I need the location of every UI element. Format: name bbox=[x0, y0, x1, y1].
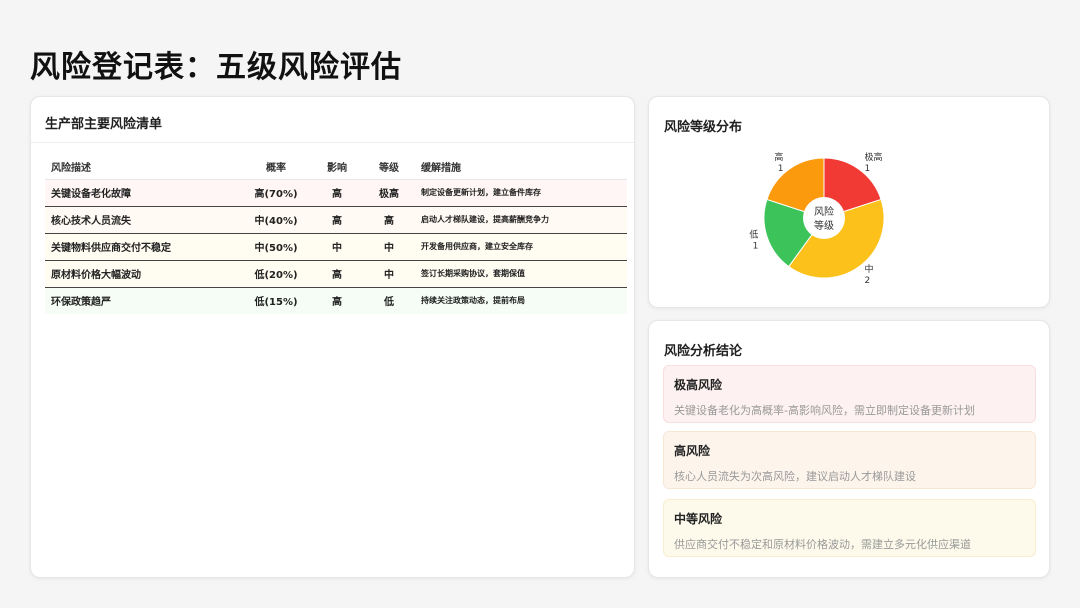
col-header-level: 等级 bbox=[379, 163, 399, 175]
probability-cell: 高(70%) bbox=[241, 178, 311, 206]
col-header-mitigation: 缓解措施 bbox=[421, 163, 461, 175]
risk-desc-cell: 原材料价格大幅波动 bbox=[45, 259, 241, 287]
probability-cell: 中(50%) bbox=[241, 232, 311, 260]
risk-table: 风险描述 概率 影响 等级 缓解措施 关键设备老化故障 高(70%) 高极高 制定设备… bbox=[45, 155, 627, 314]
risk-pie-chart: 极高1中2低1高1风险等级 bbox=[749, 151, 885, 286]
table-row: 环保政策趋严 低(15%) 高低持续关注政策动态，提前布局 bbox=[45, 286, 627, 314]
level-cell: 极高 bbox=[363, 178, 415, 206]
pie-category-label: 高 bbox=[774, 151, 783, 163]
conclusion-level: 中等风险 bbox=[674, 512, 723, 526]
risk-desc-cell: 关键物料供应商交付不稳定 bbox=[45, 232, 241, 260]
col-header-desc: 风险描述 bbox=[51, 163, 91, 175]
risk-desc-cell: 关键设备老化故障 bbox=[45, 178, 241, 206]
col-header-impact: 影响 bbox=[327, 163, 347, 175]
level-cell: 中 bbox=[363, 259, 415, 287]
pie-center-label: 等级 bbox=[814, 219, 834, 232]
pie-value-label: 1 bbox=[753, 241, 759, 251]
table-header-row: 风险描述 概率 影响 等级 缓解措施 bbox=[45, 155, 627, 179]
table-row: 原材料价格大幅波动 低(20%) 高中签订长期采购协议，套期保值 bbox=[45, 259, 627, 287]
conclusion-text: 核心人员流失为次高风险，建议启动人才梯队建设 bbox=[674, 470, 916, 483]
pie-category-label: 中 bbox=[865, 263, 874, 275]
conclusion-card: 风险分析结论 极高风险 关键设备老化为高概率-高影响风险，需立即制定设备更新计划高… bbox=[648, 320, 1050, 578]
risk-list-card: 生产部主要风险清单 风险描述 概率 影响 等级 缓解措施 关键设备老化故障 高(7… bbox=[30, 96, 635, 578]
impact-cell: 高 bbox=[311, 178, 363, 206]
conclusion-text: 关键设备老化为高概率-高影响风险，需立即制定设备更新计划 bbox=[674, 404, 975, 417]
pie-category-label: 低 bbox=[749, 228, 758, 240]
risk-desc-cell: 核心技术人员流失 bbox=[45, 205, 241, 233]
risk-distribution-card: 风险等级分布 极高 1 中 2 低 1 高 1 风险 等级 bbox=[648, 96, 1050, 308]
impact-cell: 中 bbox=[311, 232, 363, 260]
probability-cell: 低(20%) bbox=[241, 259, 311, 287]
mitigation-cell: 签订长期采购协议，套期保值 bbox=[415, 259, 627, 287]
mitigation-cell: 开发备用供应商，建立安全库存 bbox=[415, 232, 627, 260]
mitigation-cell: 持续关注政策动态，提前布局 bbox=[415, 286, 627, 314]
impact-cell: 高 bbox=[311, 259, 363, 287]
pie-center-hole bbox=[803, 197, 845, 239]
level-cell: 中 bbox=[363, 232, 415, 260]
risk-list-title: 生产部主要风险清单 bbox=[31, 97, 634, 143]
table-row: 关键设备老化故障 高(70%) 高极高 制定设备更新计划，建立备件库存 bbox=[45, 178, 627, 206]
pie-value-label: 1 bbox=[778, 164, 784, 174]
conclusion-item: 极高风险关键设备老化为高概率-高影响风险，需立即制定设备更新计划 bbox=[663, 365, 1036, 423]
impact-cell: 高 bbox=[311, 286, 363, 314]
conclusion-level: 高风险 bbox=[674, 444, 711, 458]
table-row: 核心技术人员流失 中(40%) 高高启动人才梯队建设，提高薪酬竞争力 bbox=[45, 205, 627, 233]
impact-cell: 高 bbox=[311, 205, 363, 233]
conclusion-level: 极高风险 bbox=[674, 378, 723, 392]
pie-value-label: 2 bbox=[865, 276, 871, 286]
pie-value-label: 1 bbox=[865, 164, 871, 174]
level-cell: 低 bbox=[363, 286, 415, 314]
probability-cell: 中(40%) bbox=[241, 205, 311, 233]
table-row: 关键物料供应商交付不稳定 中(50%) 中中开发备用供应商，建立安全库存 bbox=[45, 232, 627, 260]
conclusion-title: 风险分析结论 bbox=[664, 344, 743, 359]
pie-center-label: 风险 bbox=[814, 205, 834, 218]
mitigation-cell: 制定设备更新计划，建立备件库存 bbox=[415, 178, 627, 206]
pie-category-label: 极高 bbox=[865, 151, 883, 163]
level-cell: 高 bbox=[363, 205, 415, 233]
col-header-prob: 概率 bbox=[266, 163, 286, 175]
risk-desc-cell: 环保政策趋严 bbox=[45, 286, 241, 314]
mitigation-cell: 启动人才梯队建设，提高薪酬竞争力 bbox=[415, 205, 627, 233]
probability-cell: 低(15%) bbox=[241, 286, 311, 314]
conclusion-item: 高风险核心人员流失为次高风险，建议启动人才梯队建设 bbox=[663, 431, 1036, 489]
conclusion-text: 供应商交付不稳定和原材料价格波动，需建立多元化供应渠道 bbox=[674, 538, 971, 551]
page-title: 风险登记表：五级风险评估 bbox=[30, 50, 402, 85]
conclusion-item: 中等风险供应商交付不稳定和原材料价格波动，需建立多元化供应渠道 bbox=[663, 499, 1036, 557]
